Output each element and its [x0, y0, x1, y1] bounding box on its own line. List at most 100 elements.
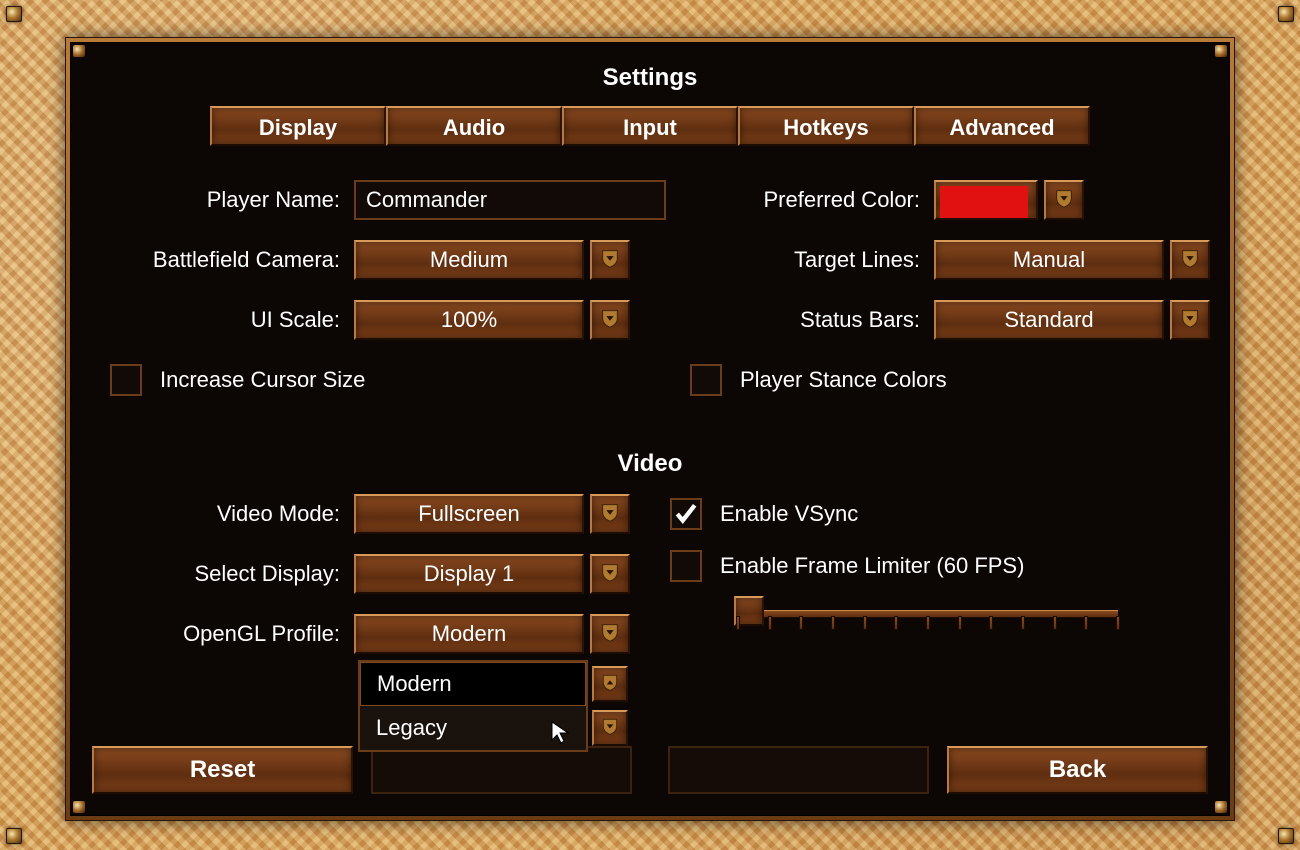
chevron-down-icon — [599, 247, 621, 274]
label-ui-scale: UI Scale: — [90, 307, 354, 333]
opengl-profile-dropdown[interactable]: Modern — [354, 614, 630, 654]
footer-spacer — [668, 746, 929, 794]
battlefield-camera-value: Medium — [354, 240, 584, 280]
row-target-lines: Target Lines: Manual — [670, 238, 1210, 282]
display-settings-right: Preferred Color: Target Lines: Manual — [670, 178, 1210, 410]
label-select-display: Select Display: — [90, 561, 354, 587]
chevron-down-icon — [600, 716, 620, 741]
video-mode-arrow[interactable] — [590, 494, 630, 534]
select-display-arrow[interactable] — [590, 554, 630, 594]
tab-display[interactable]: Display — [210, 106, 386, 146]
video-settings-right: Enable VSync Enable Frame Limiter (60 FP… — [670, 492, 1210, 672]
row-preferred-color: Preferred Color: — [670, 178, 1210, 222]
slider-tick — [1021, 616, 1025, 630]
target-lines-dropdown[interactable]: Manual — [934, 240, 1210, 280]
slider-tick — [894, 616, 898, 630]
frame-rivet-icon — [6, 828, 22, 844]
row-opengl-profile: OpenGL Profile: Modern — [90, 612, 630, 656]
opengl-profile-arrow[interactable] — [590, 614, 630, 654]
chevron-down-icon — [599, 621, 621, 648]
chevron-up-icon — [600, 672, 620, 697]
slider-tick — [1084, 616, 1088, 630]
ui-scale-arrow[interactable] — [590, 300, 630, 340]
select-display-value: Display 1 — [354, 554, 584, 594]
video-title: Video — [70, 450, 1230, 478]
row-select-display: Select Display: Display 1 — [90, 552, 630, 596]
enable-vsync-checkbox[interactable] — [670, 498, 702, 530]
tab-input[interactable]: Input — [562, 106, 738, 146]
video-mode-value: Fullscreen — [354, 494, 584, 534]
settings-panel: Settings Display Audio Input Hotkeys Adv… — [66, 38, 1234, 820]
footer-buttons: Reset Back — [92, 746, 1208, 794]
label-target-lines: Target Lines: — [670, 247, 934, 273]
chevron-down-icon — [599, 561, 621, 588]
video-settings-grid: Video Mode: Fullscreen Select Display: D… — [70, 492, 1230, 672]
slider-tick — [1053, 616, 1057, 630]
tab-hotkeys[interactable]: Hotkeys — [738, 106, 914, 146]
footer-spacer — [371, 746, 632, 794]
label-enable-vsync: Enable VSync — [720, 501, 858, 527]
slider-tick — [768, 616, 772, 630]
display-settings-left: Player Name: Battlefield Camera: Medium … — [90, 178, 630, 410]
label-battlefield-camera: Battlefield Camera: — [90, 247, 354, 273]
slider-tick — [863, 616, 867, 630]
tab-audio[interactable]: Audio — [386, 106, 562, 146]
dropdown-scroll-down[interactable] — [592, 710, 628, 746]
opengl-option-modern[interactable]: Modern — [360, 662, 586, 706]
tab-bar: Display Audio Input Hotkeys Advanced — [70, 106, 1230, 146]
tab-advanced[interactable]: Advanced — [914, 106, 1090, 146]
display-settings-grid: Player Name: Battlefield Camera: Medium … — [70, 178, 1230, 410]
back-button[interactable]: Back — [947, 746, 1208, 794]
label-player-name: Player Name: — [90, 187, 354, 213]
dropdown-scroll-up[interactable] — [592, 666, 628, 702]
panel-rivet-icon — [73, 801, 85, 813]
player-name-input[interactable] — [354, 180, 666, 220]
ui-scale-value: 100% — [354, 300, 584, 340]
panel-rivet-icon — [1215, 45, 1227, 57]
reset-button[interactable]: Reset — [92, 746, 353, 794]
row-enable-vsync: Enable VSync — [670, 492, 1210, 536]
slider-tick — [926, 616, 930, 630]
row-increase-cursor: Increase Cursor Size — [90, 358, 630, 402]
slider-tick — [736, 616, 740, 630]
footer-right: Back — [668, 746, 1208, 794]
slider-tick — [831, 616, 835, 630]
target-lines-arrow[interactable] — [1170, 240, 1210, 280]
enable-frame-limiter-checkbox[interactable] — [670, 550, 702, 582]
label-enable-frame-limiter: Enable Frame Limiter (60 FPS) — [720, 553, 1024, 579]
status-bars-value: Standard — [934, 300, 1164, 340]
row-player-name: Player Name: — [90, 178, 630, 222]
increase-cursor-checkbox[interactable] — [110, 364, 142, 396]
preferred-color-dropdown[interactable] — [934, 180, 1084, 220]
opengl-option-legacy[interactable]: Legacy — [360, 706, 586, 750]
frame-limiter-slider[interactable] — [738, 596, 1118, 642]
opengl-profile-dropdown-list[interactable]: Modern Legacy — [358, 660, 588, 752]
check-icon — [673, 501, 699, 527]
label-video-mode: Video Mode: — [90, 501, 354, 527]
video-mode-dropdown[interactable]: Fullscreen — [354, 494, 630, 534]
label-preferred-color: Preferred Color: — [670, 187, 934, 213]
row-video-mode: Video Mode: Fullscreen — [90, 492, 630, 536]
chevron-down-icon — [1179, 307, 1201, 334]
status-bars-arrow[interactable] — [1170, 300, 1210, 340]
chevron-down-icon — [599, 501, 621, 528]
battlefield-camera-arrow[interactable] — [590, 240, 630, 280]
chevron-down-icon — [1179, 247, 1201, 274]
opengl-profile-value: Modern — [354, 614, 584, 654]
preferred-color-arrow[interactable] — [1044, 180, 1084, 220]
slider-tick — [989, 616, 993, 630]
frame-rivet-icon — [1278, 6, 1294, 22]
stance-colors-checkbox[interactable] — [690, 364, 722, 396]
target-lines-value: Manual — [934, 240, 1164, 280]
row-battlefield-camera: Battlefield Camera: Medium — [90, 238, 630, 282]
slider-tick — [799, 616, 803, 630]
chevron-down-icon — [1053, 187, 1075, 214]
ui-scale-dropdown[interactable]: 100% — [354, 300, 630, 340]
select-display-dropdown[interactable]: Display 1 — [354, 554, 630, 594]
battlefield-camera-dropdown[interactable]: Medium — [354, 240, 630, 280]
status-bars-dropdown[interactable]: Standard — [934, 300, 1210, 340]
panel-rivet-icon — [73, 45, 85, 57]
label-status-bars: Status Bars: — [670, 307, 934, 333]
color-swatch-icon — [940, 186, 1028, 218]
label-opengl-profile: OpenGL Profile: — [90, 621, 354, 647]
